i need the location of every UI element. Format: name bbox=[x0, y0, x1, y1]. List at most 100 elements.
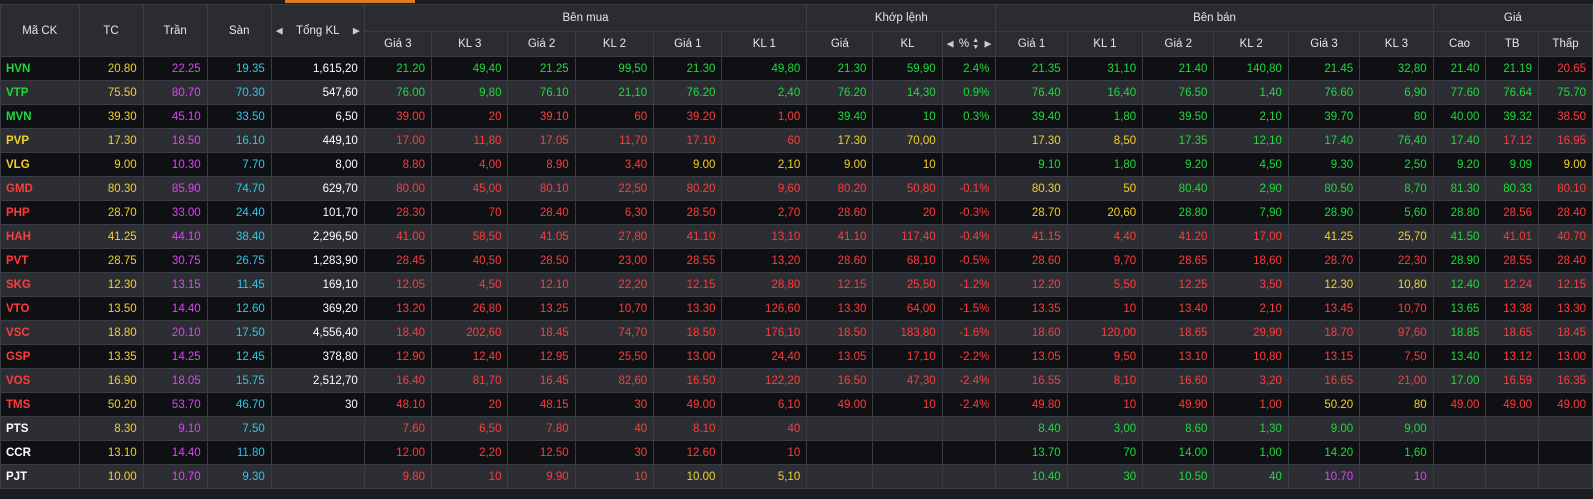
khop-right-icon[interactable]: ▶ bbox=[984, 39, 991, 50]
col-ban-4[interactable]: KL 2 bbox=[1213, 31, 1289, 57]
match-cell: 14,30 bbox=[872, 80, 943, 105]
ask-cell: 10.40 bbox=[995, 464, 1068, 489]
sort-icon[interactable]: ▲ ▼ bbox=[972, 37, 979, 51]
table-row[interactable]: PVT 28.75 30.75 26.75 1,283,90 28.45 40,50 28.5… bbox=[0, 248, 1593, 273]
table-row[interactable]: VTO 13.50 14.40 12.60 369,20 13.20 26,80 13.25 1… bbox=[0, 296, 1593, 321]
ceiling-price-cell: 44.10 bbox=[142, 224, 208, 249]
table-row[interactable]: VOS 16.90 18.05 15.75 2,512,70 16.40 81,70 16.4… bbox=[0, 368, 1593, 393]
col-ban-3[interactable]: Giá 2 bbox=[1142, 31, 1215, 57]
scroll-right-icon[interactable]: ▶ bbox=[353, 25, 360, 36]
table-row[interactable]: HAH 41.25 44.10 38.40 2,296,50 41.00 58,50 41.0… bbox=[0, 224, 1593, 249]
bid-cell: 18.45 bbox=[507, 320, 576, 345]
col-tran[interactable]: Trần bbox=[142, 4, 208, 57]
bid-cell: 10 bbox=[721, 440, 808, 465]
bid-cell: 28.50 bbox=[653, 200, 723, 225]
match-cell: 28.60 bbox=[806, 248, 874, 273]
ask-cell: 10,80 bbox=[1359, 272, 1434, 297]
ask-cell: 29,90 bbox=[1213, 320, 1289, 345]
ask-cell: 9,70 bbox=[1066, 248, 1144, 273]
col-ban-6[interactable]: KL 3 bbox=[1359, 31, 1434, 57]
table-row[interactable]: GMD 80.30 85.90 74.70 629,70 80.00 45,00 80.10 2… bbox=[0, 176, 1593, 201]
table-row[interactable]: CCR 13.10 14.40 11.80 12.00 2,20 12.50 30 12.60 1… bbox=[0, 440, 1593, 465]
col-ban-2[interactable]: KL 1 bbox=[1066, 31, 1144, 57]
scroll-left-icon[interactable]: ◀ bbox=[276, 25, 283, 36]
col-mua-1[interactable]: Giá 3 bbox=[363, 31, 432, 57]
ask-cell: 28.70 bbox=[995, 200, 1068, 225]
ask-cell: 10,70 bbox=[1359, 296, 1434, 321]
col-mua-6[interactable]: KL 1 bbox=[721, 31, 808, 57]
bid-cell: 99,50 bbox=[574, 56, 655, 81]
match-cell bbox=[941, 416, 997, 441]
khop-left-icon[interactable]: ◀ bbox=[947, 39, 954, 50]
ceiling-price-cell: 22.25 bbox=[142, 56, 208, 81]
col-mua-3[interactable]: Giá 2 bbox=[507, 31, 576, 57]
ask-cell: 1,30 bbox=[1213, 416, 1289, 441]
symbol-cell: PVT bbox=[0, 248, 80, 273]
col-gia-3[interactable]: Thấp bbox=[1538, 31, 1593, 57]
match-cell bbox=[872, 440, 943, 465]
price-stat-cell bbox=[1432, 416, 1487, 441]
floor-price-cell: 9.30 bbox=[206, 464, 272, 489]
total-volume-cell: 2,296,50 bbox=[270, 224, 365, 249]
table-row[interactable]: VLG 9.00 10.30 7.70 8,00 8.80 4,00 8.90 3,40 9.00… bbox=[0, 152, 1593, 177]
bid-cell: 40 bbox=[721, 416, 808, 441]
col-tong-kl[interactable]: ◀ Tổng KL ▶ bbox=[270, 4, 365, 57]
bid-cell: 74,70 bbox=[574, 320, 655, 345]
bid-cell: 4,50 bbox=[430, 272, 509, 297]
bid-cell: 16.45 bbox=[507, 368, 576, 393]
col-khop-3[interactable]: ◀% ▲ ▼ ▶ bbox=[941, 31, 997, 57]
bid-cell: 8.10 bbox=[653, 416, 723, 441]
price-stat-cell: 80.10 bbox=[1538, 176, 1593, 201]
col-tc[interactable]: TC bbox=[78, 4, 144, 57]
total-volume-cell: 30 bbox=[270, 392, 365, 417]
col-mua-5[interactable]: Giá 1 bbox=[653, 31, 723, 57]
bid-cell: 60 bbox=[721, 128, 808, 153]
table-row[interactable]: SKG 12.30 13.15 11.45 169,10 12.05 4,50 12.10 22… bbox=[0, 272, 1593, 297]
price-stat-cell: 9.09 bbox=[1485, 152, 1540, 177]
table-row[interactable]: MVN 39.30 45.10 33.50 6,50 39.00 20 39.10 60 39.2… bbox=[0, 104, 1593, 129]
col-ma-ck[interactable]: Mã CK bbox=[0, 4, 80, 57]
col-san[interactable]: Sàn bbox=[206, 4, 272, 57]
price-stat-cell: 13.40 bbox=[1432, 344, 1487, 369]
ask-cell: 70 bbox=[1066, 440, 1144, 465]
ask-cell: 140,80 bbox=[1213, 56, 1289, 81]
col-ban-1[interactable]: Giá 1 bbox=[995, 31, 1068, 57]
table-row[interactable]: HVN 20.80 22.25 19.35 1,615,20 21.20 49,40 21.2… bbox=[0, 56, 1593, 81]
bid-cell: 8.90 bbox=[507, 152, 576, 177]
match-cell bbox=[806, 464, 874, 489]
table-row[interactable]: GSP 13.35 14.25 12.45 378,80 12.90 12,40 12.95 2… bbox=[0, 344, 1593, 369]
table-row[interactable]: PJT 10.00 10.70 9.30 9.80 10 9.90 10 10.00 5,10 10… bbox=[0, 464, 1593, 489]
col-khop-1[interactable]: Giá bbox=[806, 31, 874, 57]
ask-cell: 28.65 bbox=[1142, 248, 1215, 273]
ask-cell: 14.00 bbox=[1142, 440, 1215, 465]
table-row[interactable]: PVP 17.30 18.50 16.10 449,10 17.00 11,80 17.05 1… bbox=[0, 128, 1593, 153]
total-volume-cell: 169,10 bbox=[270, 272, 365, 297]
ask-cell: 5,50 bbox=[1066, 272, 1144, 297]
table-row[interactable]: VTP 75.50 80.70 70.30 547,60 76.00 9,80 76.10 21… bbox=[0, 80, 1593, 105]
ask-cell: 50.20 bbox=[1287, 392, 1361, 417]
table-row[interactable]: PHP 28.70 33.00 24.40 101,70 28.30 70 28.40 6,30… bbox=[0, 200, 1593, 225]
total-volume-cell: 378,80 bbox=[270, 344, 365, 369]
bid-cell: 11,70 bbox=[574, 128, 655, 153]
match-cell bbox=[941, 128, 997, 153]
table-row[interactable]: VSC 18.80 20.10 17.50 4,556,40 18.40 202,60 18.… bbox=[0, 320, 1593, 345]
ref-price-cell: 20.80 bbox=[78, 56, 144, 81]
col-mua-4[interactable]: KL 2 bbox=[574, 31, 655, 57]
ask-cell: 2,90 bbox=[1213, 176, 1289, 201]
price-stat-cell: 28.55 bbox=[1485, 248, 1540, 273]
col-ban-5[interactable]: Giá 3 bbox=[1287, 31, 1361, 57]
ask-cell: 7,50 bbox=[1359, 344, 1434, 369]
col-khop-2[interactable]: KL bbox=[872, 31, 943, 57]
table-row[interactable]: TMS 50.20 53.70 46.70 30 48.10 20 48.15 30 49.00 6… bbox=[0, 392, 1593, 417]
price-stat-cell: 13.12 bbox=[1485, 344, 1540, 369]
ask-cell: 32,80 bbox=[1359, 56, 1434, 81]
col-mua-2[interactable]: KL 3 bbox=[430, 31, 509, 57]
ref-price-cell: 39.30 bbox=[78, 104, 144, 129]
col-gia-2[interactable]: TB bbox=[1485, 31, 1540, 57]
table-row[interactable]: PTS 8.30 9.10 7.50 7.60 6,50 7.80 40 8.10 40 8.40 3… bbox=[0, 416, 1593, 441]
symbol-cell: VLG bbox=[0, 152, 80, 177]
price-stat-cell: 28.80 bbox=[1432, 200, 1487, 225]
col-gia-1[interactable]: Cao bbox=[1432, 31, 1487, 57]
bid-cell: 20 bbox=[430, 392, 509, 417]
price-stat-cell: 17.12 bbox=[1485, 128, 1540, 153]
